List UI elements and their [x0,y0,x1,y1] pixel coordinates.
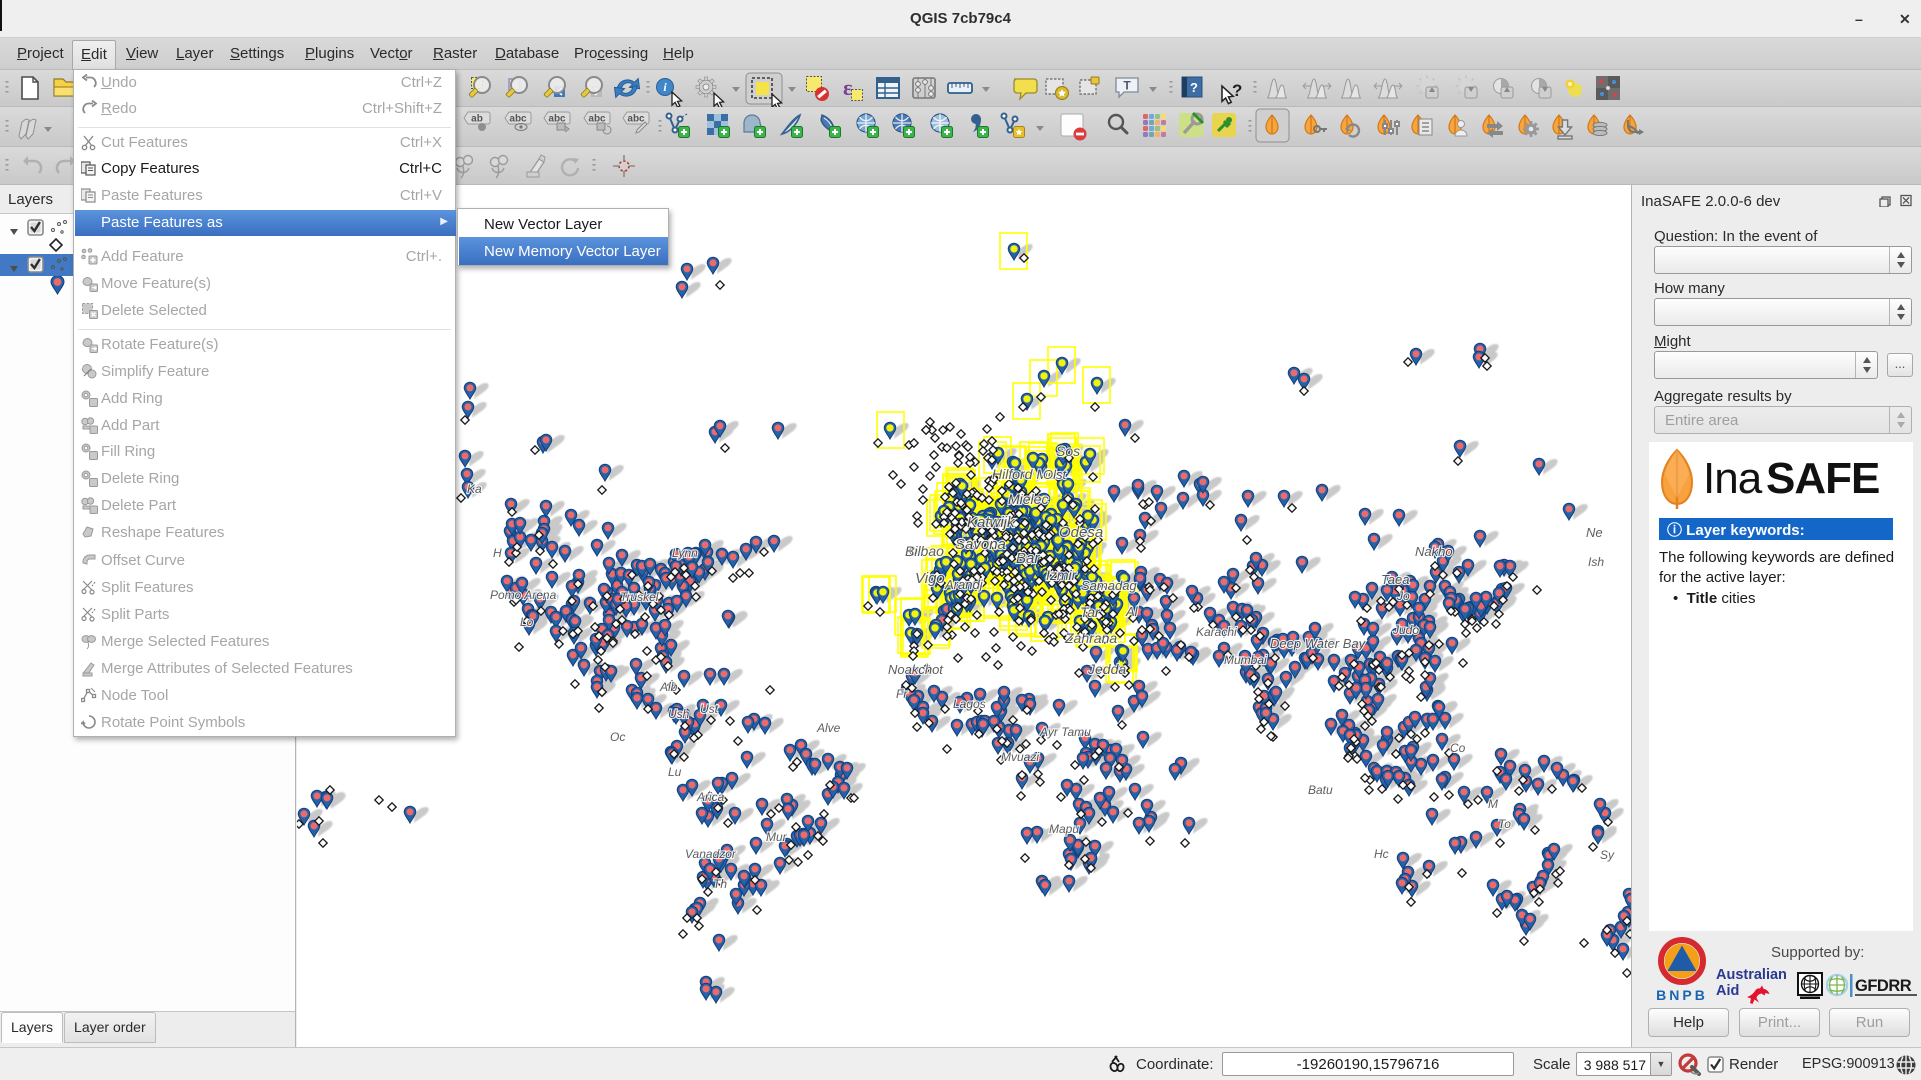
svg-text:Australian: Australian [1716,967,1787,983]
svg-text:Mumbai: Mumbai [1224,653,1267,667]
svg-text:Odesa: Odesa [1059,524,1103,541]
svg-text:Nakho: Nakho [1415,544,1453,559]
svg-text:abc: abc [509,114,527,125]
svg-text:Izmir: Izmir [1046,567,1078,583]
svg-text:Jo: Jo [1396,589,1410,603]
svg-text:Jedda: Jedda [1087,661,1126,677]
svg-text:Vigo: Vigo [915,570,945,587]
svg-text:H: H [493,546,502,560]
svg-text:Mielec: Mielec [1008,491,1048,507]
svg-text:Sos: Sos [1056,443,1080,459]
svg-text:Sy: Sy [1600,848,1615,862]
svg-text:Zahrana: Zahrana [1064,630,1117,646]
svg-text:Ush: Ush [668,707,690,721]
svg-text:Batu: Batu [1308,783,1333,797]
svg-text:Bar: Bar [1016,550,1040,567]
svg-text:Oc: Oc [610,730,625,744]
svg-text:T: T [1123,79,1131,93]
svg-text:Deep Water Bay: Deep Water Bay [1270,636,1367,651]
svg-text:Mur: Mur [766,830,788,844]
svg-text:abc: abc [627,114,645,125]
svg-text:Lu: Lu [668,765,682,779]
svg-text:Fr: Fr [896,687,908,701]
svg-text:Co: Co [1450,741,1466,755]
svg-text:BNPB: BNPB [1657,987,1707,1003]
svg-text:Bilbao: Bilbao [905,543,944,559]
svg-text:Ka: Ka [467,482,482,496]
svg-text:Ne: Ne [1586,525,1603,540]
svg-text:Alve: Alve [816,721,841,735]
svg-text:ε: ε [843,75,852,100]
svg-text:Arica: Arica [696,790,725,804]
svg-text:Al: Al [1125,604,1139,619]
svg-text:GFDRR: GFDRR [1855,977,1912,995]
svg-text:Katwijk: Katwijk [967,514,1016,531]
svg-text:Aid: Aid [1716,983,1739,999]
svg-text:?: ? [1190,80,1198,95]
svg-text:Karachi: Karachi [1196,625,1237,639]
svg-text:Ust: Ust [700,702,719,716]
svg-text:Pomo Arena: Pomo Arena [490,588,557,602]
svg-text:M: M [1488,797,1498,811]
svg-text:Ayr Tamu: Ayr Tamu [1039,725,1091,739]
svg-text:Hc: Hc [1374,847,1389,861]
svg-text:Tar: Tar [1080,604,1101,620]
svg-text:Mapu: Mapu [1049,822,1079,836]
svg-text:Lagos: Lagos [953,697,986,711]
svg-text:Arandj: Arandj [944,577,984,592]
svg-text:Taea: Taea [1381,572,1409,587]
svg-text:Lo: Lo [520,615,534,629]
svg-text:Noakchot: Noakchot [888,662,944,677]
svg-text:Truskel: Truskel [620,590,659,604]
svg-text:To: To [1498,817,1511,831]
svg-text:Mvuazi: Mvuazi [1001,750,1039,764]
svg-text:Vanadzor: Vanadzor [685,847,737,861]
svg-text:Savona: Savona [955,536,1006,553]
svg-text:Judo: Judo [1392,623,1419,637]
svg-text:Samadag: Samadag [1081,578,1137,593]
svg-text:Ish: Ish [1588,555,1604,569]
svg-text:Olst: Olst [1043,467,1068,482]
svg-text:Alb: Alb [659,680,678,694]
svg-text:Lynn: Lynn [672,546,698,560]
svg-text:?: ? [1232,81,1242,100]
svg-text:ab: ab [471,114,483,125]
svg-text:Th: Th [713,877,727,891]
